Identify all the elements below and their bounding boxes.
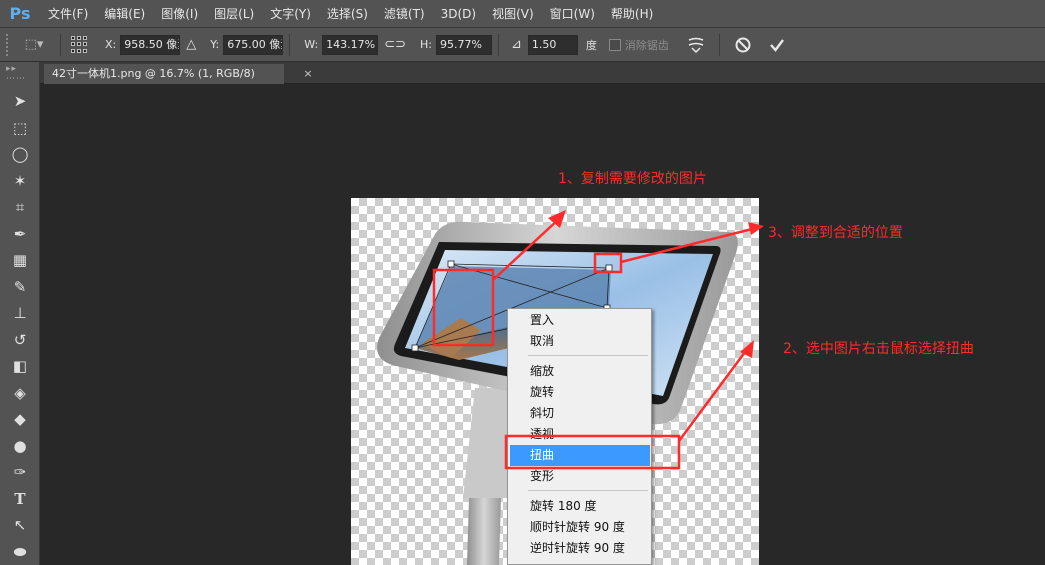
move-tool-icon[interactable]: ➤	[0, 88, 40, 115]
options-bar: ⬚▾ X: 958.50 像素 △ Y: 675.00 像素 W: 143.17…	[0, 28, 1045, 62]
menu-filter[interactable]: 滤镜(T)	[376, 0, 433, 28]
pen-tool-icon[interactable]: ✑	[0, 459, 40, 486]
y-position-field[interactable]: 675.00 像素	[223, 34, 284, 55]
x-label: X:	[105, 38, 117, 51]
angle-unit-label: 度	[585, 38, 597, 52]
h-label: H:	[419, 38, 432, 51]
separator	[497, 33, 499, 56]
menu-item-skew[interactable]: 斜切	[510, 403, 650, 424]
separator	[289, 33, 291, 56]
menu-bar: Ps 文件(F) 编辑(E) 图像(I) 图层(L) 文字(Y) 选择(S) 滤…	[0, 0, 1045, 28]
menu-file[interactable]: 文件(F)	[40, 0, 96, 28]
annotation-step3: 3、调整到合适的位置	[768, 225, 903, 241]
document-tab-bar: 42寸一体机1.png @ 16.7% (1, RGB/8) ×	[40, 62, 1045, 84]
menu-separator	[528, 490, 648, 491]
path-selection-tool-icon[interactable]: ↖	[0, 512, 40, 539]
brush-tool-icon[interactable]: ✎	[0, 274, 40, 301]
cancel-transform-icon[interactable]	[730, 33, 756, 57]
annotation-step1: 1、复制需要修改的图片	[558, 171, 707, 187]
menu-select[interactable]: 选择(S)	[319, 0, 376, 28]
separator	[60, 33, 61, 56]
menu-separator	[528, 355, 648, 356]
tools-collapse-icon[interactable]: ▸▸ ⋯⋯	[0, 62, 39, 88]
separator	[718, 33, 720, 56]
menu-item-scale[interactable]: 缩放	[510, 361, 650, 382]
menu-item-rotate-90-ccw[interactable]: 逆时针旋转 90 度	[510, 538, 650, 559]
menu-3d[interactable]: 3D(D)	[433, 0, 484, 28]
transform-tool-preset-icon[interactable]: ⬚▾	[14, 34, 54, 56]
document-tab[interactable]: 42寸一体机1.png @ 16.7% (1, RGB/8)	[44, 64, 284, 84]
menu-item-rotate[interactable]: 旋转	[510, 382, 650, 403]
antialias-label: 消除锯齿	[624, 38, 669, 52]
menu-item-rotate-180[interactable]: 旋转 180 度	[510, 496, 650, 517]
blur-tool-icon[interactable]: ◆	[0, 406, 40, 433]
eyedropper-tool-icon[interactable]: ✒	[0, 221, 40, 248]
menu-item-distort[interactable]: 扭曲	[510, 445, 650, 466]
menu-image[interactable]: 图像(I)	[153, 0, 206, 28]
history-brush-tool-icon[interactable]: ↺	[0, 327, 40, 354]
link-icon[interactable]: ⊂⊃	[384, 37, 406, 52]
rotate-angle-icon: ⊿	[510, 37, 522, 52]
menu-item-warp[interactable]: 变形	[510, 466, 650, 487]
annotation-step2: 2、选中图片右击鼠标选择扭曲	[783, 341, 974, 357]
close-tab-icon[interactable]: ×	[298, 64, 318, 84]
menu-layer[interactable]: 图层(L)	[206, 0, 262, 28]
crop-tool-icon[interactable]: ⌗	[0, 194, 40, 221]
reference-point-grid-icon[interactable]	[71, 35, 89, 54]
options-grip[interactable]	[6, 33, 14, 56]
dodge-tool-icon[interactable]: ●	[0, 433, 40, 460]
menu-help[interactable]: 帮助(H)	[603, 0, 661, 28]
menu-edit[interactable]: 编辑(E)	[96, 0, 153, 28]
menu-window[interactable]: 窗口(W)	[542, 0, 603, 28]
w-label: W:	[304, 38, 319, 51]
type-tool-icon[interactable]: T	[0, 486, 40, 513]
menu-item-rotate-90-cw[interactable]: 顺时针旋转 90 度	[510, 517, 650, 538]
menu-item-cancel[interactable]: 取消	[510, 331, 650, 352]
menu-item-perspective[interactable]: 透视	[510, 424, 650, 445]
rotate-angle-field[interactable]: 1.50	[527, 34, 578, 55]
transform-context-menu: 置入 取消 缩放 旋转 斜切 透视 扭曲 变形 旋转 180 度 顺时针旋转 9…	[507, 308, 652, 565]
menu-view[interactable]: 视图(V)	[484, 0, 542, 28]
healing-brush-tool-icon[interactable]: ▦	[0, 247, 40, 274]
relative-position-icon[interactable]: △	[186, 37, 196, 52]
width-field[interactable]: 143.17%	[322, 34, 379, 55]
tools-panel: ▸▸ ⋯⋯ ➤ ⬚ ◯ ✶ ⌗ ✒ ▦ ✎ ⊥ ↺ ◧ ◈ ◆ ● ✑ T ↖ ⬬	[0, 62, 40, 565]
lasso-tool-icon[interactable]: ◯	[0, 141, 40, 168]
y-label: Y:	[210, 38, 220, 51]
menu-item-place[interactable]: 置入	[510, 310, 650, 331]
antialias-checkbox[interactable]	[608, 38, 621, 51]
eraser-tool-icon[interactable]: ◧	[0, 353, 40, 380]
marquee-tool-icon[interactable]: ⬚	[0, 115, 40, 142]
magic-wand-tool-icon[interactable]: ✶	[0, 168, 40, 195]
paint-bucket-tool-icon[interactable]: ◈	[0, 380, 40, 407]
ellipse-tool-icon[interactable]: ⬬	[0, 539, 40, 565]
x-position-field[interactable]: 958.50 像素	[120, 34, 181, 55]
menu-type[interactable]: 文字(Y)	[262, 0, 319, 28]
photoshop-logo: Ps	[9, 4, 31, 23]
commit-transform-icon[interactable]	[764, 33, 790, 57]
height-field[interactable]: 95.77%	[435, 34, 492, 55]
warp-mode-icon[interactable]	[683, 33, 709, 57]
clone-stamp-tool-icon[interactable]: ⊥	[0, 300, 40, 327]
